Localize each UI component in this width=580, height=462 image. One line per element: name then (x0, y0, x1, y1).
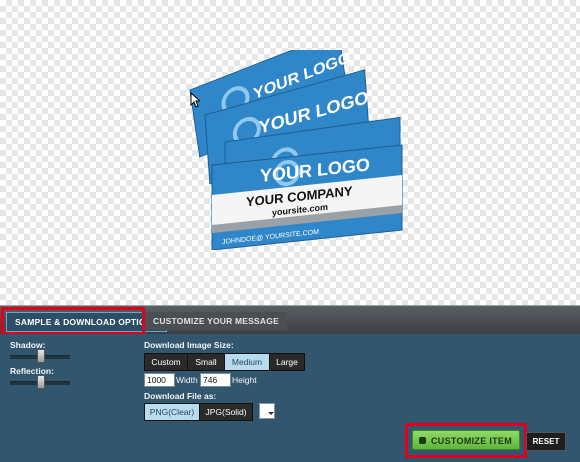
size-custom-button[interactable]: Custom (144, 353, 188, 371)
reflection-label: Reflection: (10, 366, 54, 376)
chevron-down-icon (268, 412, 274, 415)
business-card-preview: YOUR LOGO YOUR LOGO YOUR LOGO YOUR LOGO … (189, 50, 403, 250)
width-input[interactable]: 1000 (144, 373, 175, 387)
highlight-box-customize (405, 423, 527, 458)
format-jpg-button[interactable]: JPG(Solid) (199, 403, 253, 421)
size-small-button[interactable]: Small (187, 353, 225, 371)
reset-button[interactable]: RESET (526, 432, 566, 451)
tab-customize-your-message[interactable]: CUSTOMIZE YOUR MESSAGE (145, 312, 287, 330)
size-large-button[interactable]: Large (269, 353, 305, 371)
preview-canvas: YOUR LOGO YOUR LOGO YOUR LOGO YOUR LOGO … (0, 0, 580, 306)
download-image-size-label: Download Image Size: (144, 340, 234, 350)
width-label: Width (176, 375, 198, 385)
size-medium-button[interactable]: Medium (224, 353, 270, 371)
format-png-button[interactable]: PNG(Clear) (144, 403, 200, 421)
height-input[interactable]: 746 (200, 373, 231, 387)
height-label: Height (232, 375, 257, 385)
shadow-slider-handle[interactable] (37, 349, 45, 363)
mouse-cursor-icon (190, 92, 200, 108)
reflection-slider-handle[interactable] (37, 375, 45, 389)
background-color-picker[interactable] (259, 403, 275, 419)
highlight-box-sample-tab (1, 307, 145, 335)
download-file-as-label: Download File as: (144, 391, 217, 401)
